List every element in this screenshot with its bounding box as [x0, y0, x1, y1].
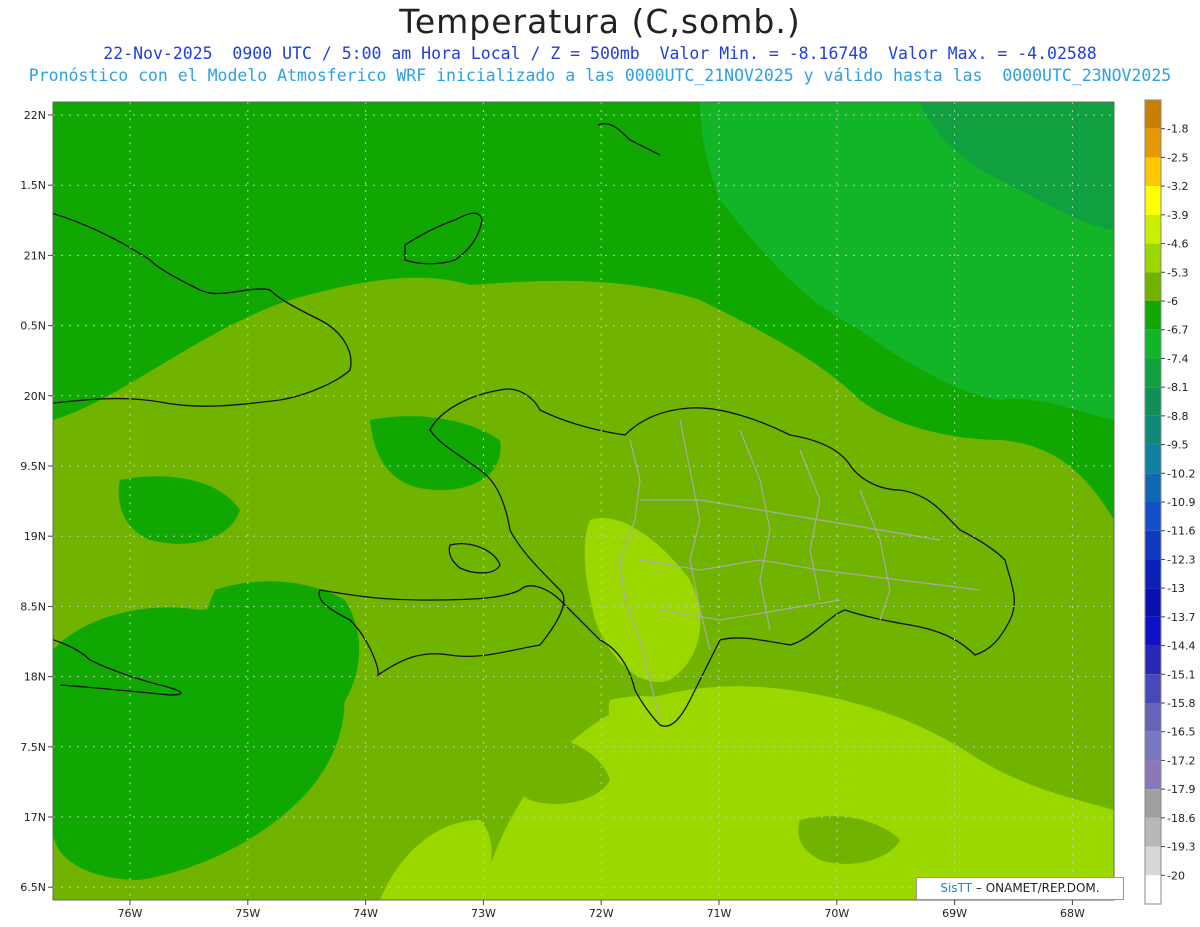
temperature-map: 22N 1.5N 21N 0.5N 20N 9.5N 19N 8.5N 18N 7.5N 17N 6.…: [20, 99, 1195, 920]
colorbar-label: -1.8: [1167, 123, 1188, 136]
lat-tick-label: 20N: [24, 390, 46, 403]
sistt-logo-text: SisTT: [940, 881, 973, 895]
lon-tick-label: 72W: [589, 907, 614, 920]
colorbar-label: -15.8: [1167, 697, 1195, 710]
colorbar-swatch: [1145, 760, 1161, 790]
lon-tick-label: 75W: [235, 907, 260, 920]
colorbar-swatch: [1145, 415, 1161, 445]
lat-tick-label: 18N: [24, 671, 46, 684]
colorbar-label: -20: [1167, 869, 1185, 882]
lat-tick-label: 19N: [24, 530, 46, 543]
colorbar-label: -5.3: [1167, 266, 1188, 279]
colorbar-swatch: [1145, 817, 1161, 847]
colorbar-swatch: [1145, 387, 1161, 416]
lat-tick-label: 1.5N: [20, 179, 46, 192]
lon-tick-label: 68W: [1060, 907, 1085, 920]
lon-tick-label: 73W: [471, 907, 496, 920]
colorbar-label: -2.5: [1167, 151, 1188, 164]
colorbar-swatch: [1145, 846, 1161, 876]
colorbar-swatch: [1145, 703, 1161, 732]
colorbar-label: -8.8: [1167, 410, 1188, 423]
colorbar-label: -11.6: [1167, 525, 1195, 538]
lon-tick-label: 74W: [353, 907, 378, 920]
colorbar-label: -10.2: [1167, 467, 1195, 480]
colorbar-swatch: [1145, 100, 1161, 129]
credit-text: – ONAMET/REP.DOM.: [972, 881, 1100, 895]
colorbar-swatch: [1145, 875, 1161, 904]
colorbar-swatch: [1145, 272, 1161, 301]
colorbar-label: -19.3: [1167, 841, 1195, 854]
colorbar-label: -3.2: [1167, 180, 1188, 193]
lat-tick-label: 9.5N: [20, 460, 46, 473]
colorbar-swatch: [1145, 674, 1161, 703]
colorbar-swatch: [1145, 329, 1161, 359]
colorbar-label: -17.9: [1167, 783, 1195, 796]
colorbar-label: -12.3: [1167, 553, 1195, 566]
colorbar-label: -7.4: [1167, 352, 1188, 365]
colorbar-swatch: [1145, 502, 1161, 531]
latitude-labels: 22N 1.5N 21N 0.5N 20N 9.5N 19N 8.5N 18N 7.5N 17N 6.…: [20, 109, 53, 894]
colorbar-label: -13: [1167, 582, 1185, 595]
lon-tick-label: 70W: [824, 907, 849, 920]
colorbar-label: -14.4: [1167, 640, 1195, 653]
colorbar: -1.8 -2.5 -3.2 -3.9 -4.6 -5.3 -6 -6.7 -7.4 -8.1 -8…: [1144, 99, 1195, 905]
colorbar-label: -16.5: [1167, 726, 1195, 739]
temperature-field: [53, 102, 1114, 900]
colorbar-label: -9.5: [1167, 439, 1188, 452]
lat-tick-label: 21N: [24, 249, 46, 262]
lat-tick-label: 7.5N: [20, 741, 46, 754]
colorbar-swatch: [1145, 128, 1161, 158]
colorbar-label: -4.6: [1167, 238, 1188, 251]
colorbar-label: -15.1: [1167, 668, 1195, 681]
lon-tick-label: 69W: [942, 907, 967, 920]
colorbar-swatch: [1145, 473, 1161, 502]
colorbar-swatch: [1145, 444, 1161, 474]
field-patch-west: [203, 581, 360, 731]
colorbar-swatch: [1145, 243, 1161, 273]
colorbar-label: -13.7: [1167, 611, 1195, 624]
lon-tick-label: 76W: [118, 907, 143, 920]
colorbar-swatch: [1145, 789, 1161, 818]
lat-tick-label: 22N: [24, 109, 46, 122]
credit-box: SisTT – ONAMET/REP.DOM.: [916, 877, 1124, 900]
colorbar-label: -6.7: [1167, 324, 1188, 337]
colorbar-label: -3.9: [1167, 209, 1188, 222]
colorbar-label: -18.6: [1167, 812, 1195, 825]
colorbar-swatch: [1145, 731, 1161, 761]
lat-tick-label: 0.5N: [20, 320, 46, 333]
colorbar-label: -6: [1167, 295, 1178, 308]
longitude-labels: 76W 75W 74W 73W 72W 71W 70W 69W 68W: [118, 900, 1085, 920]
colorbar-swatch: [1145, 358, 1161, 388]
colorbar-swatch: [1145, 214, 1161, 244]
colorbar-swatch: [1145, 157, 1161, 187]
colorbar-label: -17.2: [1167, 754, 1195, 767]
lat-tick-label: 8.5N: [20, 600, 46, 613]
colorbar-swatch: [1145, 645, 1161, 675]
lon-tick-label: 71W: [707, 907, 732, 920]
colorbar-swatch: [1145, 616, 1161, 646]
colorbar-label: -10.9: [1167, 496, 1195, 509]
colorbar-swatch: [1145, 301, 1161, 330]
colorbar-label: -8.1: [1167, 381, 1188, 394]
colorbar-swatch: [1145, 186, 1161, 215]
colorbar-swatch: [1145, 588, 1161, 617]
colorbar-swatch: [1145, 530, 1161, 560]
lat-tick-label: 17N: [24, 811, 46, 824]
lat-tick-label: 6.5N: [20, 881, 46, 894]
colorbar-swatch: [1145, 559, 1161, 589]
